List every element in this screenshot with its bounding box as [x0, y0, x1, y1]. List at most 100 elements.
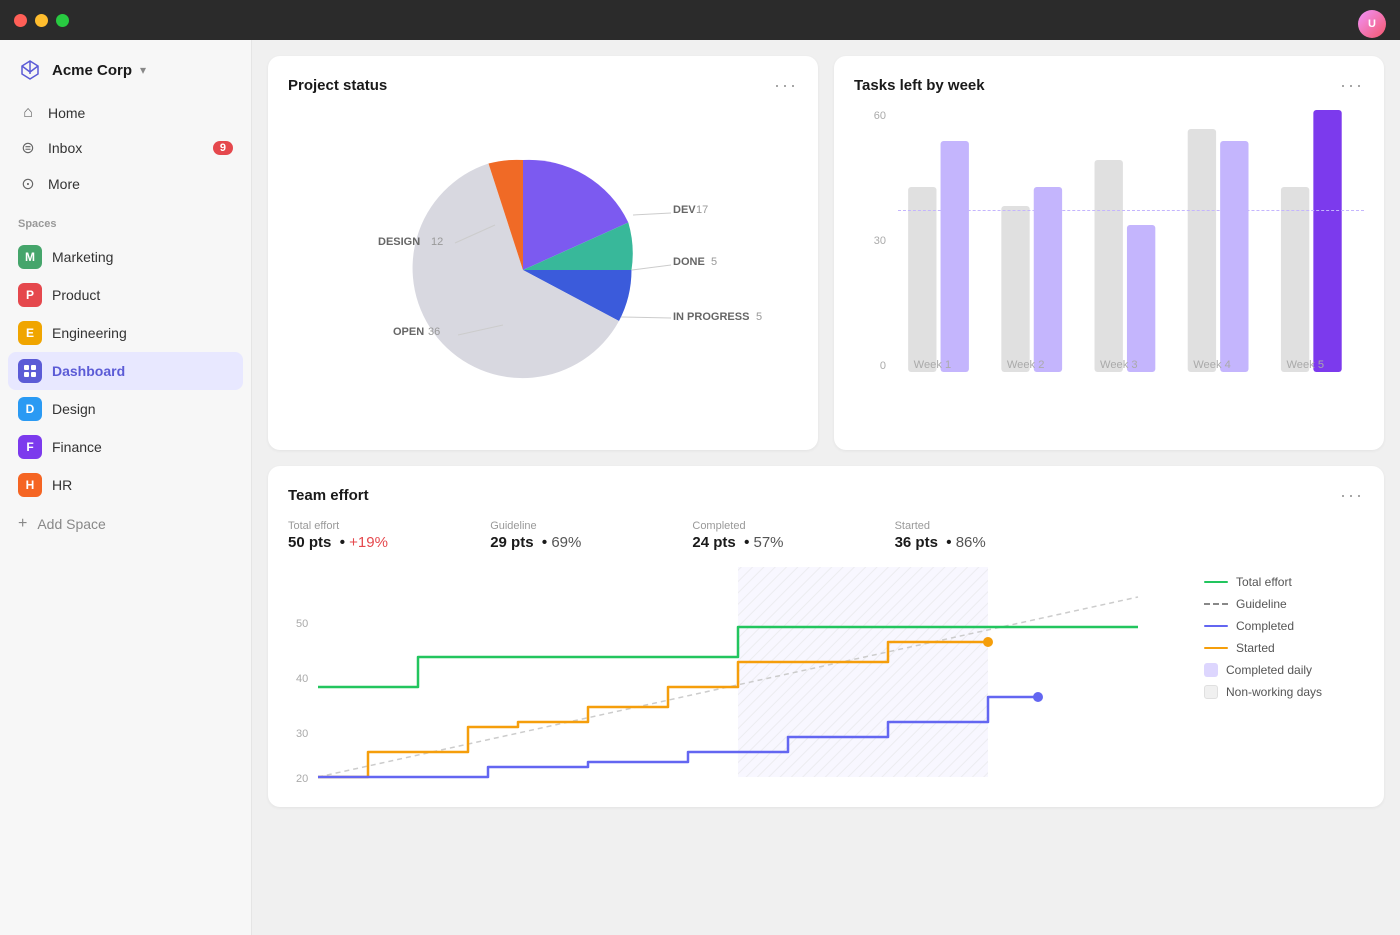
sidebar-item-product[interactable]: P Product [8, 276, 243, 314]
close-button[interactable] [14, 14, 27, 27]
sidebar-spaces: M Marketing P Product E Engineering Dash… [0, 234, 251, 508]
sidebar-item-finance[interactable]: F Finance [8, 428, 243, 466]
product-icon: P [18, 283, 42, 307]
inbox-badge: 9 [213, 141, 233, 155]
non-working-swatch [1204, 685, 1218, 699]
design-label: Design [52, 401, 96, 417]
pie-svg: DEV 17 DONE 5 IN PROGRESS 5 OPEN 36 DESI… [303, 125, 783, 415]
tasks-week-title: Tasks left by week [854, 77, 985, 94]
sidebar-item-engineering[interactable]: E Engineering [8, 314, 243, 352]
legend-total-label: Total effort [1236, 575, 1292, 589]
team-effort-card: Team effort ··· Total effort 50 pts • +1… [268, 466, 1384, 807]
stat-guideline-value: 29 pts • 69% [490, 534, 668, 551]
svg-text:20: 20 [296, 773, 308, 785]
add-space-label: Add Space [37, 516, 106, 532]
sidebar-item-home-label: Home [48, 105, 85, 121]
sidebar-nav: ⌂ Home ⊜ Inbox 9 ⊙ More [0, 92, 251, 206]
hr-label: HR [52, 477, 72, 493]
legend-guideline: Guideline [1204, 597, 1364, 611]
effort-svg: 20 30 40 50 [288, 567, 1188, 787]
company-logo [16, 56, 44, 84]
inbox-icon: ⊜ [18, 138, 38, 158]
stat-completed-value: 24 pts • 57% [692, 534, 870, 551]
svg-text:DONE: DONE [673, 256, 705, 268]
sidebar-item-design[interactable]: D Design [8, 390, 243, 428]
legend-non-working: Non-working days [1204, 685, 1364, 699]
legend-total-effort: Total effort [1204, 575, 1364, 589]
tasks-week-more[interactable]: ··· [1340, 76, 1364, 94]
effort-chart: 20 30 40 50 [288, 567, 1188, 787]
sidebar-item-home[interactable]: ⌂ Home [8, 96, 243, 130]
project-status-more[interactable]: ··· [774, 76, 798, 94]
stat-started-label: Started [895, 520, 1073, 532]
sidebar-item-dashboard[interactable]: Dashboard [8, 352, 243, 390]
design-icon: D [18, 397, 42, 421]
maximize-button[interactable] [56, 14, 69, 27]
completed-daily-swatch [1204, 663, 1218, 677]
sidebar-item-inbox-label: Inbox [48, 140, 82, 156]
started-line-icon [1204, 647, 1228, 649]
minimize-button[interactable] [35, 14, 48, 27]
tasks-week-card: Tasks left by week ··· 0 30 60 [834, 56, 1384, 450]
engineering-label: Engineering [52, 325, 127, 341]
svg-text:5: 5 [756, 311, 762, 323]
stat-started-value: 36 pts • 86% [895, 534, 1073, 551]
titlebar: U [0, 0, 1400, 40]
svg-text:Week 2: Week 2 [1007, 359, 1045, 371]
effort-chart-wrapper: 20 30 40 50 [288, 567, 1364, 787]
legend-completed-daily: Completed daily [1204, 663, 1364, 677]
svg-text:36: 36 [428, 326, 440, 338]
dashboard-label: Dashboard [52, 363, 125, 379]
finance-icon: F [18, 435, 42, 459]
top-row: Project status ··· [268, 56, 1384, 450]
guideline [898, 210, 1364, 211]
main-content: Project status ··· [252, 40, 1400, 935]
engineering-icon: E [18, 321, 42, 345]
guideline-line-icon [1204, 603, 1228, 605]
avatar[interactable]: U [1358, 10, 1386, 38]
dashboard-icon [18, 359, 42, 383]
svg-text:30: 30 [296, 728, 308, 740]
add-icon: + [18, 515, 27, 533]
company-name: Acme Corp [52, 62, 132, 79]
effort-legend: Total effort Guideline Completed Started [1204, 567, 1364, 787]
stat-total-effort: Total effort 50 pts • +19% [288, 520, 490, 551]
y-label-60: 60 [874, 110, 886, 122]
svg-text:50: 50 [296, 618, 308, 630]
y-axis: 0 30 60 [854, 110, 892, 372]
legend-started: Started [1204, 641, 1364, 655]
svg-text:Week 1: Week 1 [914, 359, 952, 371]
tasks-week-header: Tasks left by week ··· [854, 76, 1364, 94]
stat-guideline: Guideline 29 pts • 69% [490, 520, 692, 551]
sidebar-item-marketing[interactable]: M Marketing [8, 238, 243, 276]
project-status-card: Project status ··· [268, 56, 818, 450]
stat-started: Started 36 pts • 86% [895, 520, 1097, 551]
spaces-label: Spaces [0, 206, 251, 234]
svg-text:DEV: DEV [673, 204, 696, 216]
svg-text:Week 3: Week 3 [1100, 359, 1138, 371]
svg-text:5: 5 [711, 256, 717, 268]
y-label-0: 0 [880, 360, 886, 372]
add-space-button[interactable]: + Add Space [0, 508, 251, 540]
product-label: Product [52, 287, 100, 303]
y-label-30: 30 [874, 235, 886, 247]
marketing-icon: M [18, 245, 42, 269]
svg-text:IN PROGRESS: IN PROGRESS [673, 311, 749, 323]
chevron-down-icon: ▾ [140, 63, 146, 77]
legend-started-label: Started [1236, 641, 1275, 655]
svg-text:12: 12 [431, 236, 443, 248]
sidebar-item-hr[interactable]: H HR [8, 466, 243, 504]
svg-text:Week 4: Week 4 [1193, 359, 1231, 371]
legend-non-working-label: Non-working days [1226, 685, 1322, 699]
hr-icon: H [18, 473, 42, 497]
legend-completed-label: Completed [1236, 619, 1294, 633]
company-header[interactable]: Acme Corp ▾ [0, 40, 251, 92]
stat-total-label: Total effort [288, 520, 466, 532]
stat-guideline-label: Guideline [490, 520, 668, 532]
effort-stats: Total effort 50 pts • +19% Guideline 29 … [288, 520, 1364, 551]
home-icon: ⌂ [18, 104, 38, 122]
bar-chart: 0 30 60 [854, 110, 1364, 400]
team-effort-more[interactable]: ··· [1340, 486, 1364, 504]
sidebar-item-more[interactable]: ⊙ More [8, 166, 243, 202]
sidebar-item-inbox[interactable]: ⊜ Inbox 9 [8, 130, 243, 166]
